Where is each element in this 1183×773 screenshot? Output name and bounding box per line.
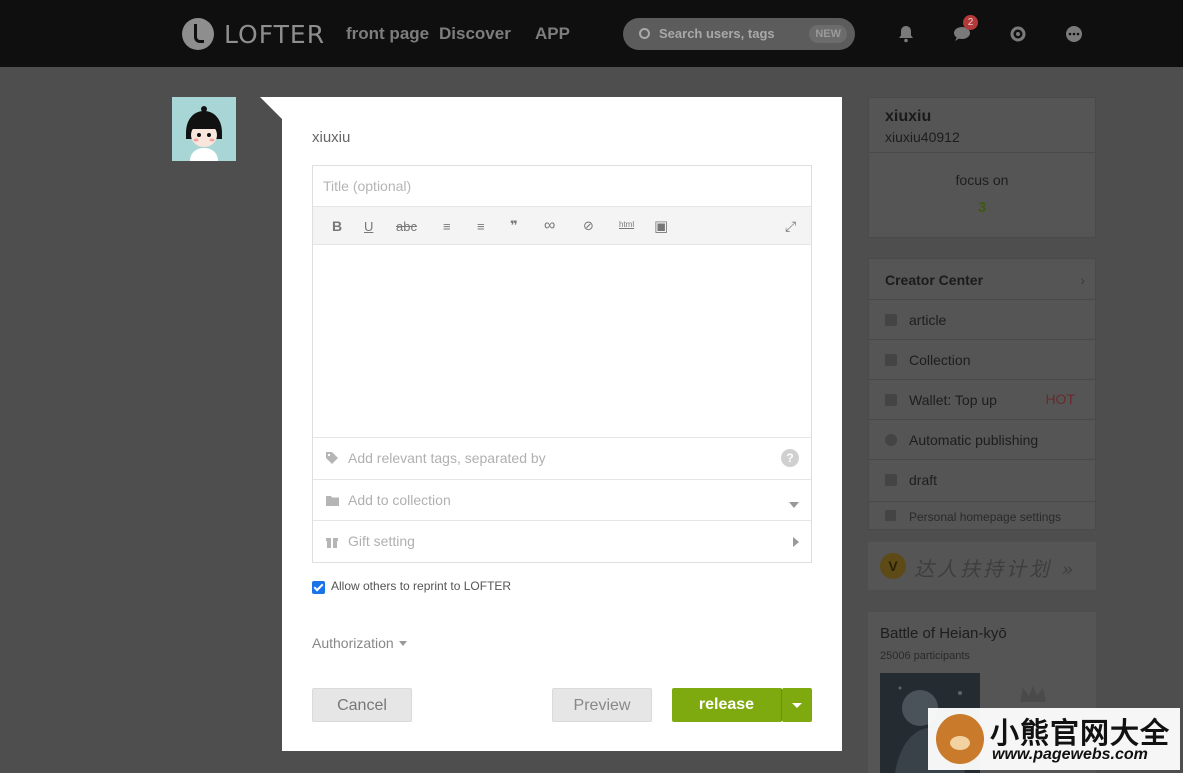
fullscreen-icon[interactable]: ⤢: [785, 217, 796, 235]
bold-icon[interactable]: B: [332, 217, 342, 235]
unlink-icon[interactable]: ⊘: [583, 217, 594, 235]
tags-input[interactable]: Add relevant tags, separated by: [348, 450, 546, 466]
creator-item-label: Wallet: Top up: [909, 392, 997, 408]
promo-banner[interactable]: V 达人扶持计划 »: [868, 542, 1096, 590]
underline-icon[interactable]: U: [364, 217, 373, 235]
top-navigation-bar: LOFTER front page Discover APP Search us…: [0, 0, 1183, 67]
tags-row[interactable]: Add relevant tags, separated by ?: [313, 437, 811, 479]
numbered-list-icon[interactable]: ≡: [477, 217, 485, 235]
v-badge-icon: V: [880, 553, 906, 579]
caret-down-icon: [398, 640, 407, 646]
quote-icon[interactable]: ❞: [510, 217, 518, 235]
watermark-url: www.pagewebs.com: [992, 746, 1148, 763]
draft-icon: [885, 474, 897, 486]
strikethrough-icon[interactable]: abc: [396, 217, 417, 235]
bear-logo-icon: [936, 714, 984, 764]
release-button[interactable]: release: [672, 688, 782, 722]
post-composer: xiuxiu B U abc ≡ ≡ ❞ ∞ ⊘ html ▣ ⤢ Add re…: [282, 97, 842, 751]
release-options-button[interactable]: [782, 688, 812, 722]
editor-toolbar: B U abc ≡ ≡ ❞ ∞ ⊘ html ▣ ⤢: [313, 207, 811, 245]
creator-center-title[interactable]: Creator Center: [885, 272, 983, 288]
hot-badge: HOT: [1045, 391, 1075, 407]
creator-item-label: Collection: [909, 352, 971, 368]
help-icon[interactable]: ?: [781, 449, 799, 467]
search-input[interactable]: Search users, tags: [659, 26, 775, 41]
creator-item-collection[interactable]: Collection: [869, 339, 1095, 379]
search-box[interactable]: Search users, tags NEW: [623, 18, 855, 50]
profile-card: xiuxiu xiuxiu40912 focus on 3: [868, 97, 1096, 238]
collection-row[interactable]: Add to collection: [313, 479, 811, 520]
creator-item-label: draft: [909, 472, 938, 488]
promo-text: 达人扶持计划 »: [914, 557, 1077, 581]
creator-item-label: article: [909, 312, 947, 328]
content-editor[interactable]: [313, 245, 811, 437]
gift-icon: [325, 534, 339, 548]
crown-icon: [1020, 686, 1046, 702]
creator-item-article[interactable]: article: [869, 299, 1095, 339]
chevron-right-icon: [793, 536, 799, 550]
more-icon[interactable]: [1063, 23, 1085, 45]
bell-icon[interactable]: [895, 23, 917, 45]
article-icon: [885, 314, 897, 326]
gift-setting-label: Gift setting: [348, 533, 415, 549]
avatar[interactable]: [172, 97, 236, 161]
clock-icon: [885, 434, 897, 446]
profile-id: xiuxiu40912: [885, 129, 960, 145]
folder-icon: [885, 354, 897, 366]
authorization-label: Authorization: [312, 635, 394, 651]
creator-item-wallet[interactable]: Wallet: Top up HOT: [869, 379, 1095, 419]
chevron-right-icon: ›: [1080, 272, 1085, 288]
event-title[interactable]: Battle of Heian-kyō: [880, 625, 1007, 642]
logo-text: LOFTER: [224, 19, 326, 49]
editor-box: B U abc ≡ ≡ ❞ ∞ ⊘ html ▣ ⤢ Add relevant …: [312, 165, 812, 563]
focus-count[interactable]: 3: [869, 199, 1095, 216]
preview-button[interactable]: Preview: [552, 688, 652, 722]
composer-pointer: [260, 97, 282, 119]
creator-item-automatic-publishing[interactable]: Automatic publishing: [869, 419, 1095, 459]
link-icon[interactable]: ∞: [544, 217, 555, 235]
wallet-icon: [885, 394, 897, 406]
reprint-checkbox[interactable]: [312, 581, 325, 594]
gift-setting-row[interactable]: Gift setting: [313, 520, 811, 562]
image-icon[interactable]: ▣: [654, 217, 668, 235]
collection-label: Add to collection: [348, 492, 451, 508]
profile-name[interactable]: xiuxiu: [885, 108, 931, 126]
title-input[interactable]: [313, 166, 811, 207]
nav-front-page[interactable]: front page: [346, 24, 429, 44]
tag-icon: [325, 451, 339, 465]
creator-item-label: Automatic publishing: [909, 432, 1039, 448]
search-icon: [639, 28, 650, 39]
bullet-list-icon[interactable]: ≡: [443, 217, 451, 235]
homepage-settings-link[interactable]: Personal homepage settings: [869, 501, 1095, 529]
creator-center-panel: Creator Center › article Collection Wall…: [868, 258, 1096, 530]
nav-app[interactable]: APP: [535, 24, 570, 44]
reprint-label: Allow others to reprint to LOFTER: [331, 578, 512, 593]
reprint-option: Allow others to reprint to LOFTER: [312, 577, 511, 594]
nav-discover[interactable]: Discover: [439, 24, 511, 44]
search-new-badge: NEW: [809, 25, 847, 43]
watermark: 小熊官网大全 www.pagewebs.com: [928, 708, 1180, 770]
logo-mark-icon: [182, 18, 214, 50]
creator-item-draft[interactable]: draft: [869, 459, 1095, 499]
lofter-logo[interactable]: LOFTER: [182, 18, 325, 50]
cancel-button[interactable]: Cancel: [312, 688, 412, 722]
wrench-icon: [885, 510, 896, 521]
gear-icon[interactable]: [1007, 23, 1029, 45]
authorization-dropdown[interactable]: Authorization: [312, 635, 407, 651]
focus-label: focus on: [955, 172, 1009, 188]
divider: [869, 152, 1095, 153]
chevron-down-icon: [789, 497, 799, 511]
composer-username: xiuxiu: [312, 129, 351, 146]
homepage-settings-label: Personal homepage settings: [909, 510, 1062, 524]
event-participants: 25006 participants: [880, 650, 970, 662]
message-count-badge: 2: [963, 15, 978, 30]
html-icon[interactable]: html: [619, 215, 634, 233]
folder-icon: [325, 493, 339, 507]
